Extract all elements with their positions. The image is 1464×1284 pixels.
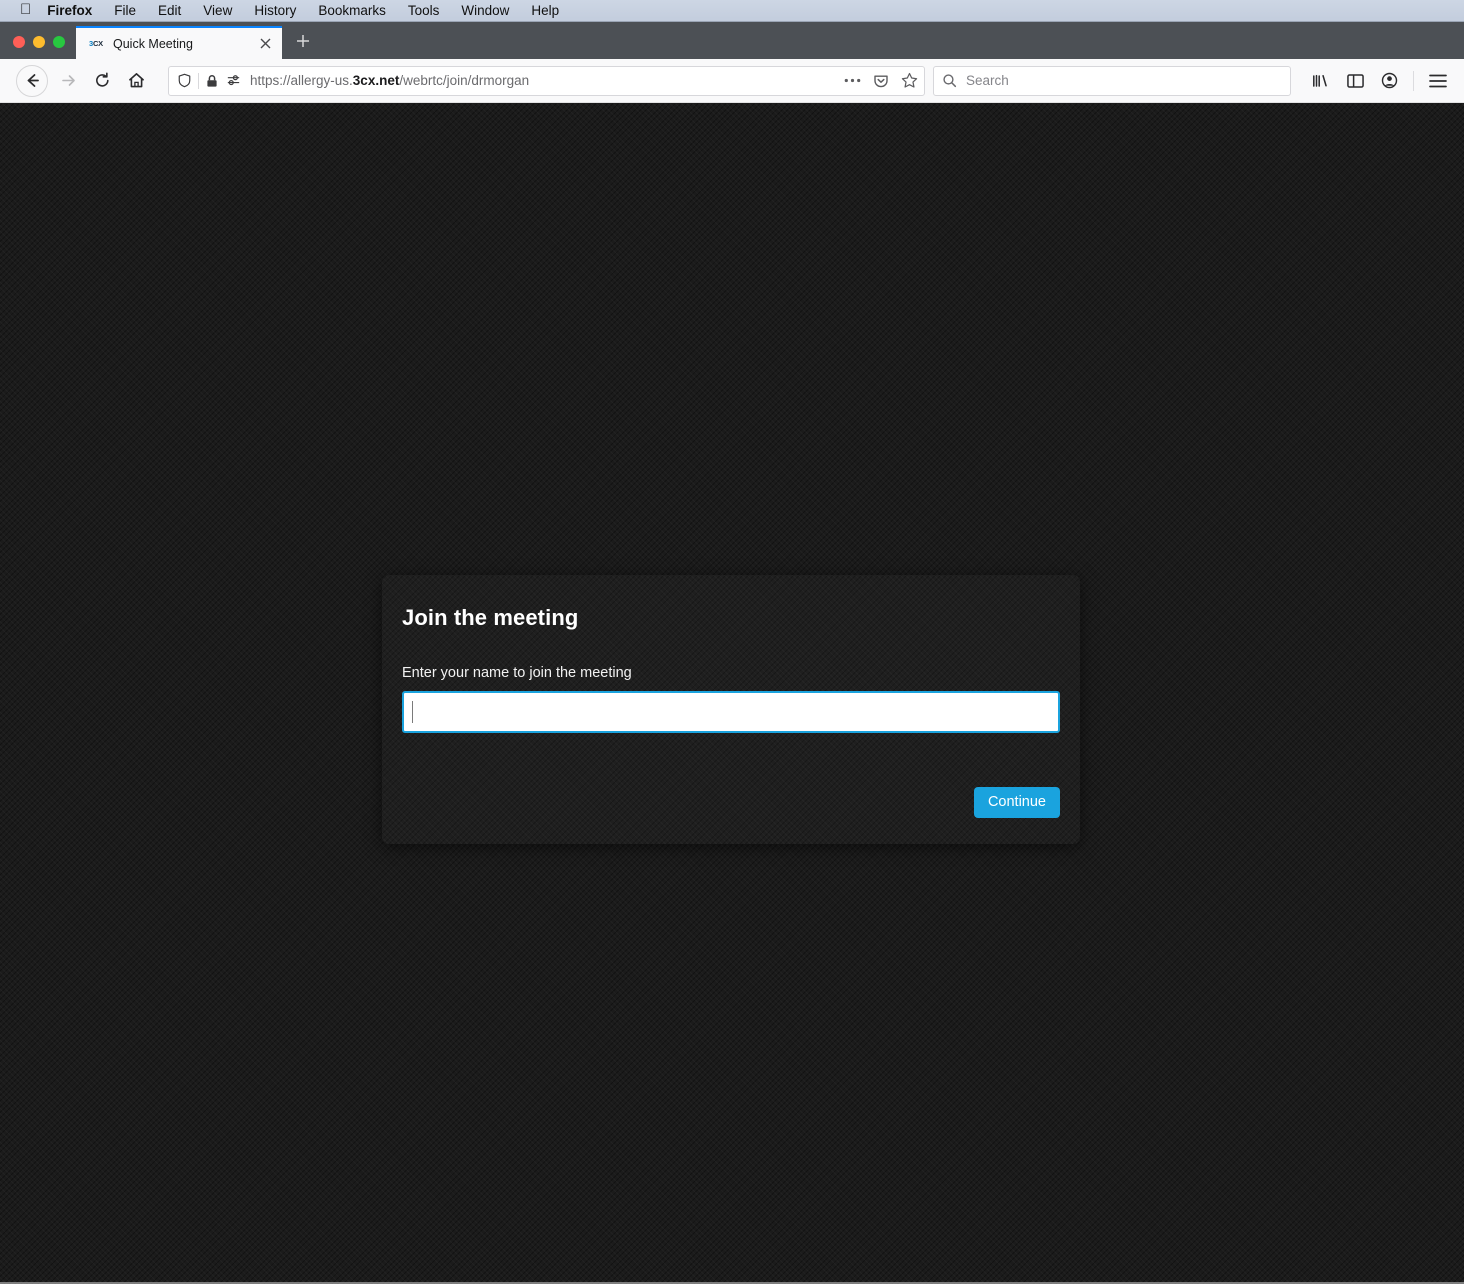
firefox-window: 3 CX Quick Meeting https://allergy-us.3c…	[0, 22, 1464, 1284]
url-text[interactable]: https://allergy-us.3cx.net/webrtc/join/d…	[250, 73, 834, 88]
toolbar-right-group	[1291, 65, 1454, 97]
tab-quick-meeting[interactable]: 3 CX Quick Meeting	[76, 26, 282, 59]
tab-title: Quick Meeting	[113, 36, 193, 51]
reload-button[interactable]	[86, 65, 118, 97]
hamburger-menu-icon[interactable]	[1422, 65, 1454, 97]
site-permissions-icon[interactable]	[226, 73, 241, 88]
card-actions: Continue	[402, 787, 1060, 818]
url-bar[interactable]: https://allergy-us.3cx.net/webrtc/join/d…	[168, 65, 925, 96]
menu-item-file[interactable]: File	[103, 0, 147, 22]
tab-strip: 3 CX Quick Meeting	[0, 22, 1464, 59]
save-to-pocket-icon[interactable]	[873, 73, 889, 89]
url-domain: 3cx.net	[352, 73, 400, 88]
maximize-window-button[interactable]	[53, 36, 65, 48]
page-title: Join the meeting	[402, 605, 579, 630]
close-tab-icon[interactable]	[256, 35, 274, 53]
search-bar[interactable]: Search	[933, 65, 1291, 96]
menu-item-tools[interactable]: Tools	[397, 0, 451, 22]
menu-item-bookmarks[interactable]: Bookmarks	[307, 0, 397, 22]
bookmark-star-icon[interactable]	[901, 72, 918, 89]
menu-item-view[interactable]: View	[192, 0, 243, 22]
navigation-toolbar: https://allergy-us.3cx.net/webrtc/join/d…	[0, 59, 1464, 103]
search-input-placeholder[interactable]: Search	[966, 73, 1009, 88]
tracking-protection-shield-icon[interactable]	[177, 73, 192, 88]
sidebar-icon[interactable]	[1339, 65, 1371, 97]
page-actions-ellipsis-icon[interactable]	[844, 78, 861, 83]
menu-item-firefox[interactable]: Firefox	[47, 0, 103, 22]
urlbar-divider	[198, 72, 199, 89]
menu-item-edit[interactable]: Edit	[147, 0, 192, 22]
home-button[interactable]	[120, 65, 152, 97]
apple-logo-icon[interactable]: 	[20, 2, 31, 17]
menu-item-help[interactable]: Help	[520, 0, 570, 22]
menu-item-window[interactable]: Window	[450, 0, 520, 22]
continue-button[interactable]: Continue	[973, 787, 1060, 818]
search-magnifier-icon	[942, 73, 957, 88]
window-traffic-lights	[0, 36, 76, 59]
firefox-account-icon[interactable]	[1373, 65, 1405, 97]
back-button[interactable]	[16, 64, 48, 97]
macos-menu-bar:  Firefox File Edit View History Bookmar…	[0, 0, 1464, 22]
text-caret	[412, 701, 413, 723]
name-field-label: Enter your name to join the meeting	[402, 665, 632, 681]
3cx-favicon-icon: 3 CX	[88, 39, 103, 48]
url-scheme-host-prefix: https://allergy-us.	[250, 73, 353, 88]
name-input[interactable]	[402, 691, 1060, 733]
join-meeting-card: Join the meeting Enter your name to join…	[382, 575, 1080, 844]
page-content: Join the meeting Enter your name to join…	[0, 103, 1464, 1284]
url-path: /webrtc/join/drmorgan	[399, 73, 530, 88]
new-tab-button[interactable]	[288, 26, 318, 56]
library-icon[interactable]	[1305, 65, 1337, 97]
minimize-window-button[interactable]	[33, 36, 45, 48]
menu-item-history[interactable]: History	[243, 0, 307, 22]
padlock-icon[interactable]	[205, 74, 219, 88]
close-window-button[interactable]	[13, 36, 25, 48]
toolbar-divider	[1413, 70, 1414, 91]
forward-button[interactable]	[52, 65, 84, 97]
